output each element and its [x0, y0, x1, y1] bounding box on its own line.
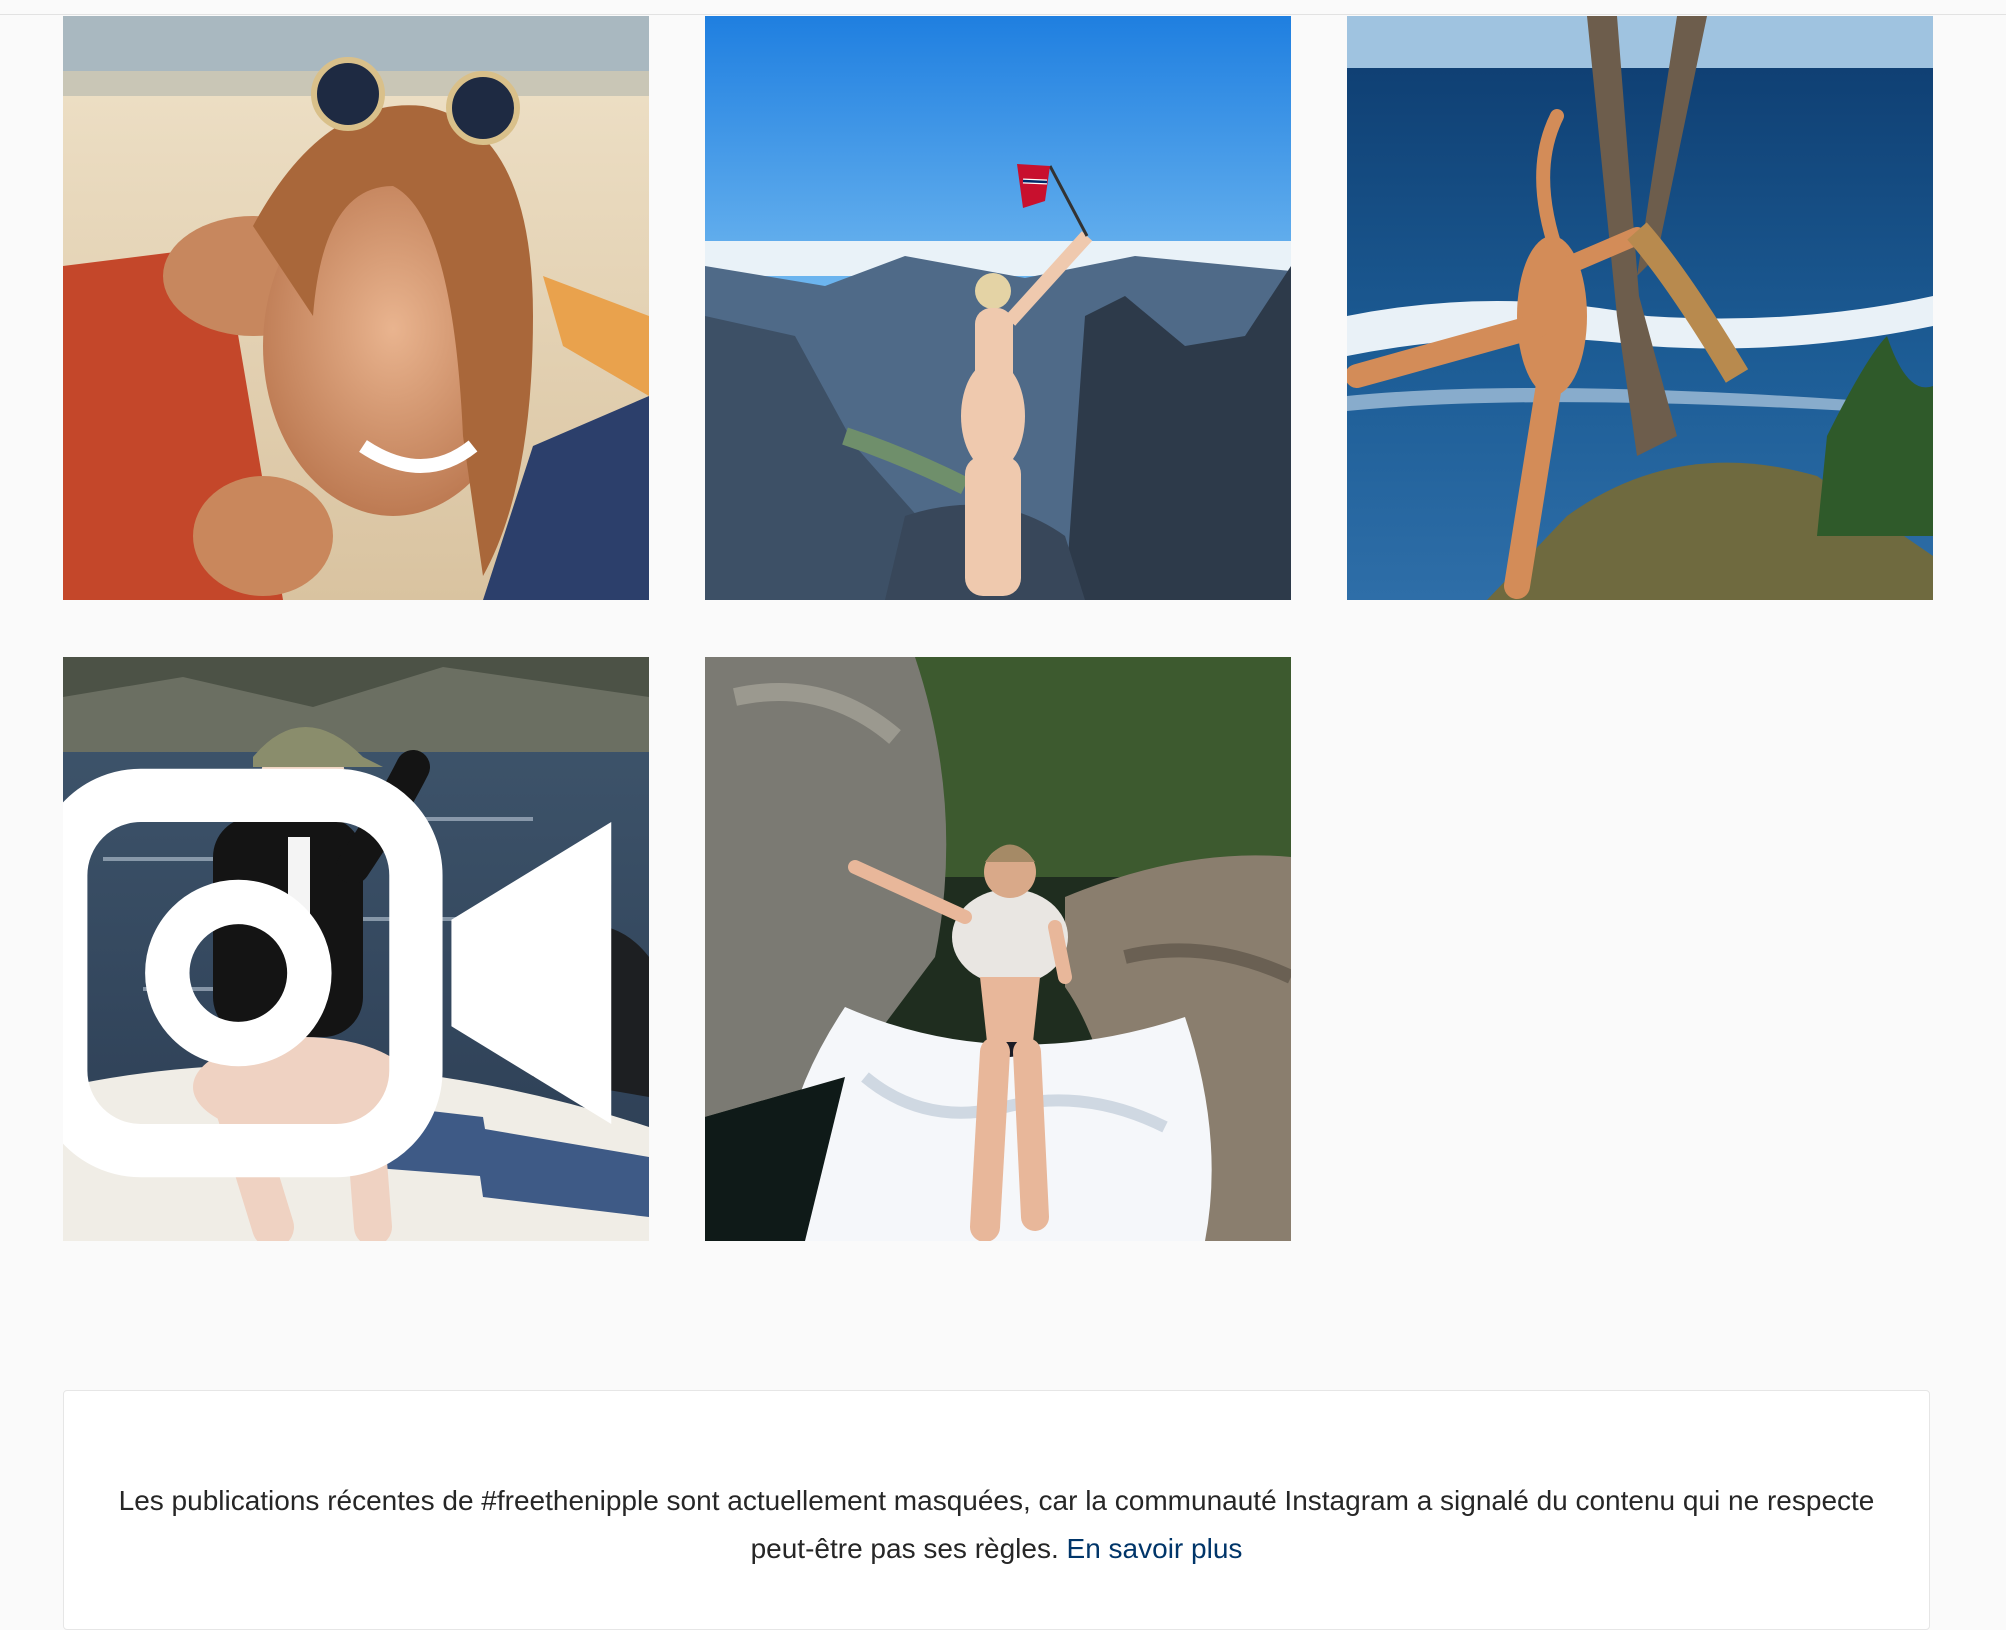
video-camera-icon	[63, 768, 612, 1178]
post-image-mountain	[705, 16, 1291, 600]
post-image-ocean	[1347, 16, 1933, 600]
post-thumbnail-3[interactable]	[1347, 16, 1933, 600]
learn-more-link[interactable]: En savoir plus	[1067, 1533, 1243, 1564]
post-thumbnail-4[interactable]	[63, 657, 649, 1241]
post-thumbnail-1[interactable]	[63, 16, 649, 600]
hidden-posts-notice: Les publications récentes de #freethenip…	[63, 1390, 1930, 1630]
notice-message: Les publications récentes de #freethenip…	[104, 1477, 1889, 1573]
header-divider	[0, 14, 2006, 15]
post-thumbnail-5[interactable]	[705, 657, 1291, 1241]
post-image-beach	[63, 16, 649, 600]
post-image-waterfall	[705, 657, 1291, 1241]
notice-text: Les publications récentes de #freethenip…	[118, 1485, 1875, 1564]
post-thumbnail-2[interactable]	[705, 16, 1291, 600]
